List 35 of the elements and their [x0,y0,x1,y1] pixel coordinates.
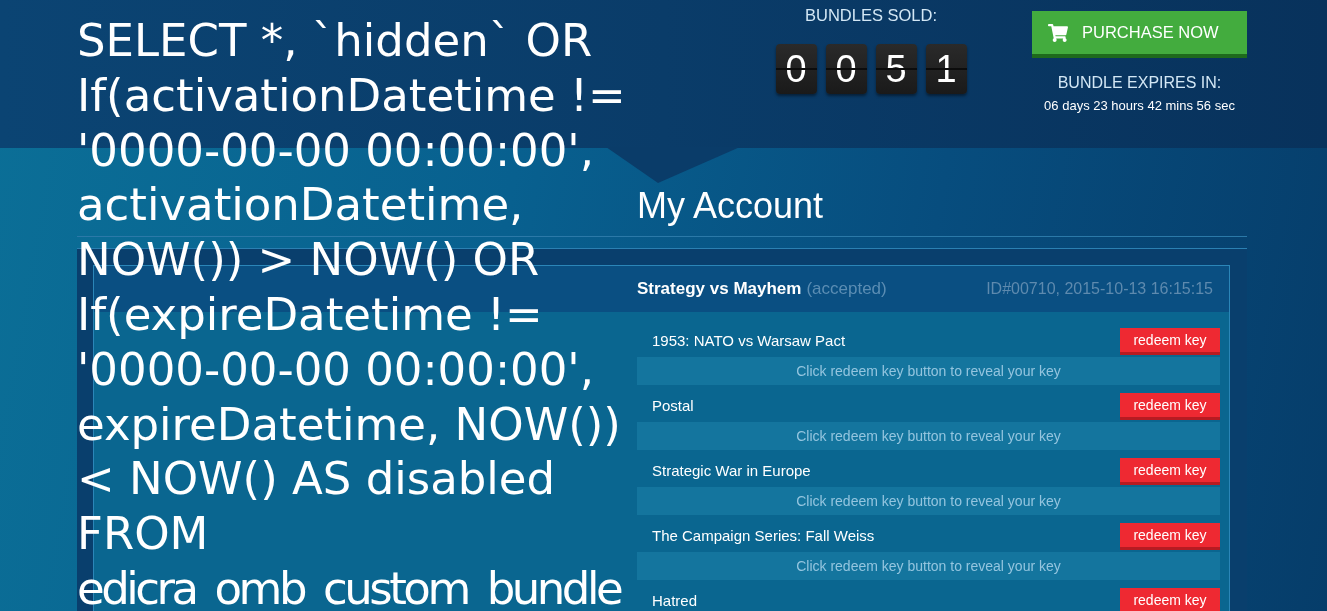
countdown-text: 06 days 23 hours 42 mins 56 sec [1044,98,1235,114]
cart-icon [1048,23,1068,42]
redeem-key-button[interactable]: redeem key [1120,393,1220,420]
key-reveal-bar: Click redeem key button to reveal your key [637,552,1220,580]
game-title: Strategic War in Europe [652,461,811,481]
order-status: (accepted) [806,279,887,298]
sql-text-line: expireDatetime, NOW()) [77,397,621,453]
sql-text-line: NOW()) > NOW() OR [77,233,540,288]
sql-text-line: < NOW() AS disabled [77,452,556,508]
sql-text-line: edicra_omb_custom_bundle [77,561,621,611]
key-reveal-bar: Click redeem key button to reveal your key [637,357,1220,385]
redeem-key-button[interactable]: redeem key [1120,523,1220,550]
sql-text-line: SELECT *, `hidden` OR [77,14,593,69]
game-title: Postal [652,396,694,416]
game-title: 1953: NATO vs Warsaw Pact [652,331,846,351]
sql-text-line: '0000-00-00 00:00:00', [77,123,594,179]
sql-text-line: If(activationDatetime != [77,68,626,124]
sql-text-line: activationDatetime, [77,178,524,234]
bundles-sold-label: BUNDLES SOLD: [804,5,937,25]
order-name: Strategy vs Mayhem [637,279,802,298]
page-title: My Account [637,185,824,227]
sql-text-line: FROM [77,507,209,562]
key-reveal-bar: Click redeem key button to reveal your key [637,487,1220,515]
redeem-key-button[interactable]: redeem key [1120,458,1220,485]
sql-text-line: '0000-00-00 00:00:00', [77,342,594,398]
redeem-key-button[interactable]: redeem key [1120,588,1220,611]
purchase-button[interactable]: PURCHASE NOW [1032,11,1247,58]
key-reveal-bar: Click redeem key button to reveal your key [637,422,1220,450]
game-title: The Campaign Series: Fall Weiss [652,526,875,546]
counter-digit: 1 [925,44,967,94]
game-title: Hatred [652,591,698,611]
expires-label: BUNDLE EXPIRES IN: [1057,73,1222,93]
redeem-key-button[interactable]: redeem key [1120,328,1220,355]
sql-text-line: If(expireDatetime != [77,288,543,343]
order-id: ID#00710, 2015-10-13 16:15:15 [986,280,1213,298]
